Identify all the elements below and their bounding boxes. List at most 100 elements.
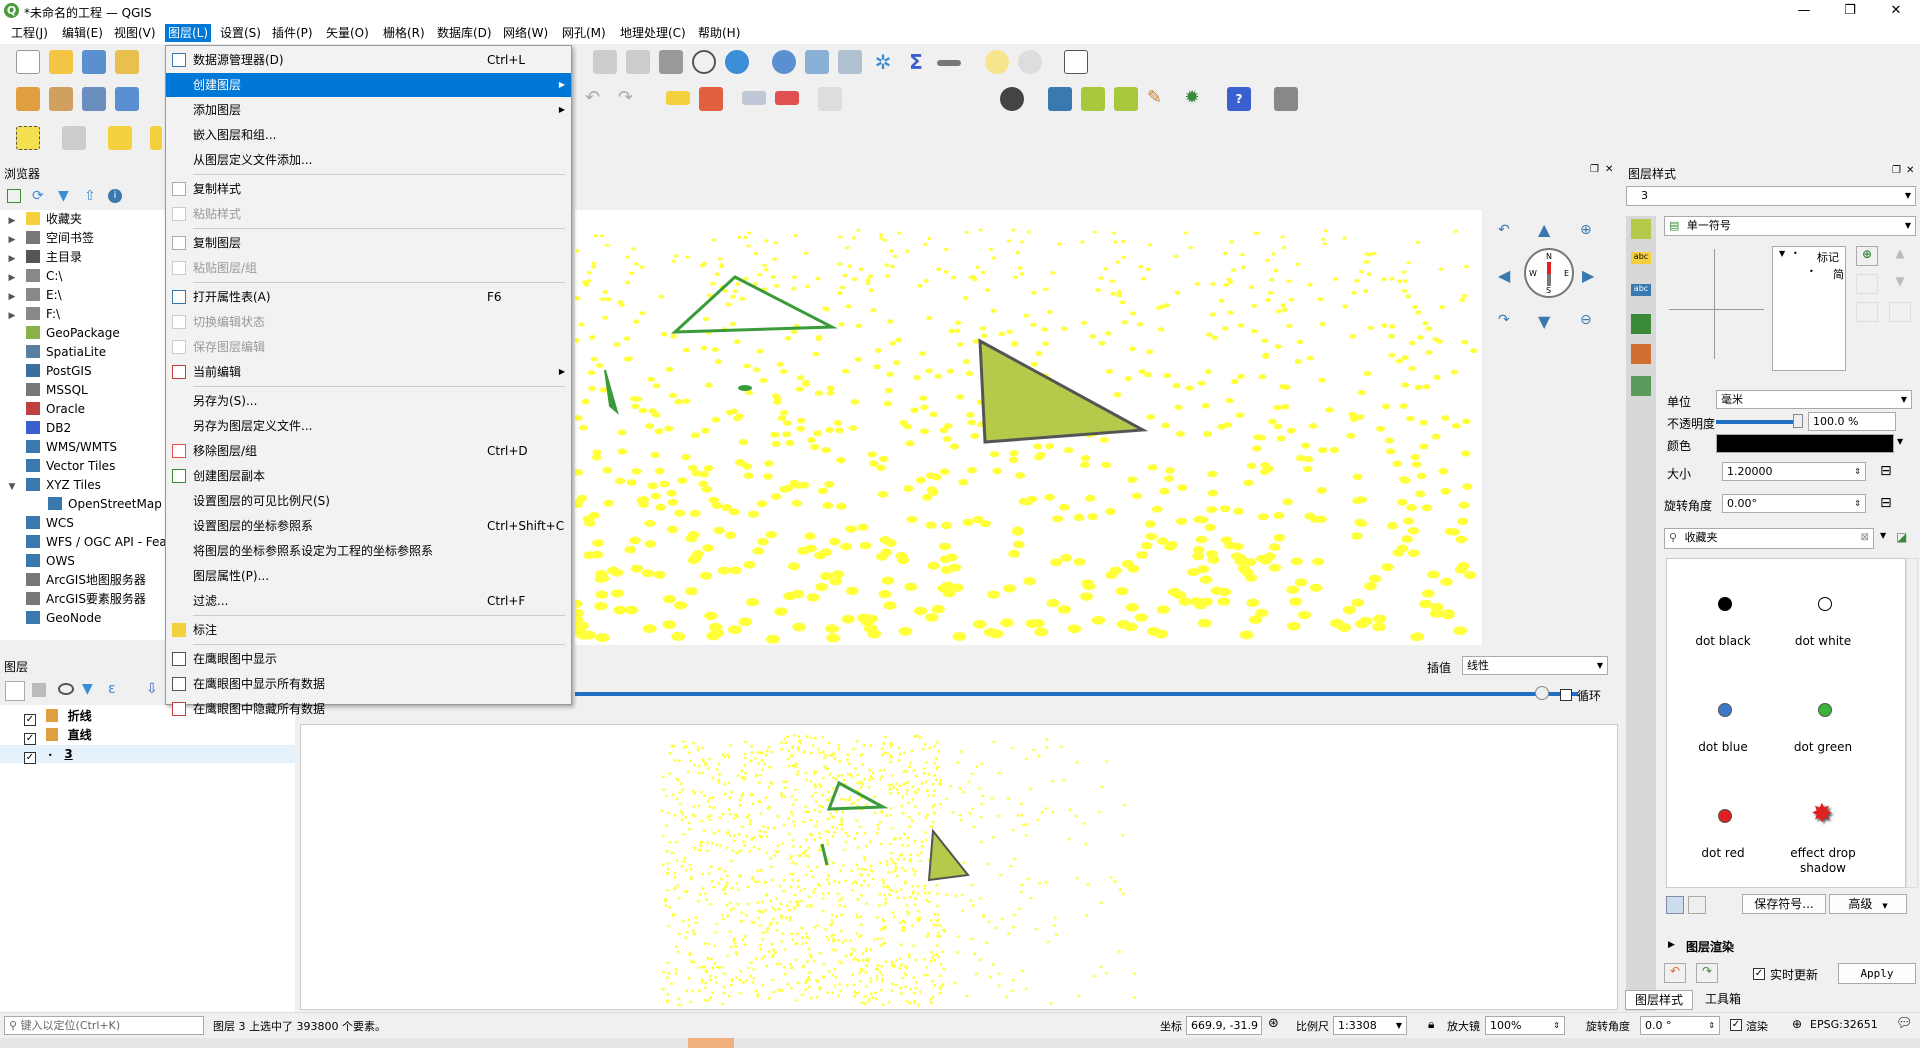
menu-plugins[interactable]: 插件(P) [269,24,316,42]
spinner-icon[interactable]: ⇕ [1553,1017,1560,1034]
overview-map[interactable] [300,724,1618,1010]
taskbar-active-item[interactable] [688,1038,734,1048]
browser-item[interactable]: OpenStreetMap [28,495,162,513]
unit-select[interactable]: 毫米 ▼ [1716,390,1912,409]
browser-item[interactable]: ▶ F:\ [6,305,60,323]
browser-item[interactable]: OWS [6,552,75,570]
map-tips-icon[interactable] [985,50,1009,74]
menu-database[interactable]: 数据库(D) [434,24,495,42]
symbol-cell[interactable]: dot green [1773,665,1873,770]
diagram-icon[interactable] [699,87,723,111]
browser-item[interactable]: GeoNode [6,609,101,627]
layer-select[interactable]: 3 ▼ [1626,186,1916,206]
open-project-icon[interactable] [49,50,73,74]
add-raster-icon[interactable] [49,87,73,111]
browser-item[interactable]: ArcGIS要素服务器 [6,590,146,608]
new-project-icon[interactable] [16,50,40,74]
menu-mesh[interactable]: 网孔(M) [559,24,609,42]
lock-icon[interactable]: 🔒︎ [1428,1017,1434,1032]
collapse-all-icon[interactable]: ⇧ [84,188,96,204]
layer-menu-item[interactable]: 另存为图层定义文件... [166,414,571,438]
browser-item[interactable]: WFS / OGC API - Fea [6,533,167,551]
symbol-cell[interactable]: dot black [1673,559,1773,664]
layer-menu-item[interactable]: 粘贴样式 [166,202,571,226]
browser-item[interactable]: ▶ C:\ [6,267,62,285]
deselect-icon[interactable] [108,126,132,150]
map-decoration-icon[interactable] [1064,50,1088,74]
loop-checkbox[interactable] [1560,689,1572,701]
dock-close-icon[interactable]: ✕ [1906,165,1914,176]
apply-button[interactable]: Apply [1838,963,1916,984]
compass-icon[interactable]: N W E S [1524,248,1574,298]
crs-value[interactable]: EPSG:32651 [1810,1018,1878,1031]
layer-visibility-checkbox[interactable]: ✓ [24,733,36,745]
temporal-clock-icon[interactable] [692,50,716,74]
tab-layer-styling[interactable]: 图层样式 [1625,990,1693,1010]
filter-icon[interactable]: ▼ [58,188,69,204]
dock-close-icon[interactable]: ✕ [1605,164,1613,175]
add-selected-icon[interactable] [7,189,21,203]
chevron-down-icon[interactable]: ▼ [1897,437,1903,446]
browser-item[interactable]: WMS/WMTS [6,438,117,456]
history-tab-icon[interactable] [1631,376,1651,396]
expand-arrow-icon[interactable]: ▶ [6,307,18,325]
layer-menu-item[interactable]: 复制样式 [166,177,571,201]
statistics-sigma-icon[interactable]: Σ [904,50,928,74]
label-show-icon[interactable] [775,91,799,105]
layer-menu-item[interactable]: 打开属性表(A) F6 [166,285,571,309]
pan-right-icon[interactable]: ▶ [1582,266,1594,285]
browser-item[interactable]: Vector Tiles [6,457,115,475]
layer-menu-item[interactable]: 标注 [166,618,571,642]
menu-settings[interactable]: 设置(S) [217,24,264,42]
interpolation-select[interactable]: 线性 ▼ [1462,656,1608,675]
bug-icon[interactable]: ✹ [1180,87,1204,111]
field-calculator-icon[interactable] [838,50,862,74]
layer-menu-item[interactable]: 过滤... Ctrl+F [166,589,571,613]
3d-view-tab-icon[interactable] [1631,314,1651,334]
filter-expression-icon[interactable]: ε [108,681,116,697]
zoom-in-icon[interactable]: ⊕ [1580,222,1592,238]
browser-item[interactable]: SpatiaLite [6,343,106,361]
attribute-table-icon[interactable] [805,50,829,74]
remove-symbol-layer-button[interactable] [1856,274,1878,294]
browser-item[interactable]: ▼ XYZ Tiles [6,476,101,494]
layer-menu-item[interactable]: 数据源管理器(D) Ctrl+L [166,48,571,72]
layer-menu-item[interactable]: 保存图层编辑 [166,335,571,359]
new-print-layout-icon[interactable] [115,50,139,74]
pan-up-icon[interactable]: ▲ [1538,220,1550,239]
render-checkbox[interactable]: ✓ [1730,1019,1742,1031]
scale-field[interactable]: 1:3308 ▼ [1333,1016,1407,1035]
label-pin-icon[interactable] [742,91,766,105]
layer-menu-item[interactable]: 当前编辑 ▶ [166,360,571,384]
undo-icon[interactable]: ↶ [585,87,609,111]
zoom-next-icon[interactable] [626,50,650,74]
opacity-slider-handle[interactable] [1793,414,1803,428]
expand-arrow-icon[interactable]: ▶ [6,212,18,230]
layer-menu-item[interactable]: 图层属性(P)... [166,564,571,588]
minimize-button[interactable]: — [1784,2,1824,20]
layer-menu-item[interactable]: 移除图层/组 Ctrl+D [166,439,571,463]
save-symbol-button[interactable]: 保存符号... [1742,894,1826,914]
opacity-slider[interactable] [1716,420,1802,424]
browser-item[interactable]: MSSQL [6,381,88,399]
messages-icon[interactable]: 💬︎ [1896,1016,1913,1031]
layer-item[interactable]: ✓ 直线 [24,726,92,745]
size-input[interactable]: 1.20000 ⇕ [1722,462,1866,481]
advanced-button[interactable]: 高级 ▼ [1829,894,1907,914]
menu-processing[interactable]: 地理处理(C) [617,24,689,42]
crs-globe-icon[interactable]: ⊕ [1792,1017,1802,1031]
browser-item[interactable]: GeoPackage [6,324,120,342]
dock-float-icon[interactable]: ❐ [1892,165,1901,176]
data-defined-override-icon[interactable]: ⊟ [1880,463,1892,479]
expand-arrow-icon[interactable]: ▼ [6,478,18,496]
plugin-icon[interactable] [1081,87,1105,111]
pan-down-icon[interactable]: ▼ [1538,312,1550,331]
zoom-last-icon[interactable] [593,50,617,74]
undo-icon[interactable]: ↶ [1664,963,1686,983]
live-update-checkbox[interactable]: ✓ [1753,968,1765,980]
symbol-list-scrollbar[interactable] [1906,558,1918,888]
layer-menu-item[interactable]: 创建图层副本 [166,464,571,488]
menu-edit[interactable]: 编辑(E) [59,24,106,42]
close-button[interactable]: ✕ [1876,2,1916,20]
menu-view[interactable]: 视图(V) [111,24,159,42]
